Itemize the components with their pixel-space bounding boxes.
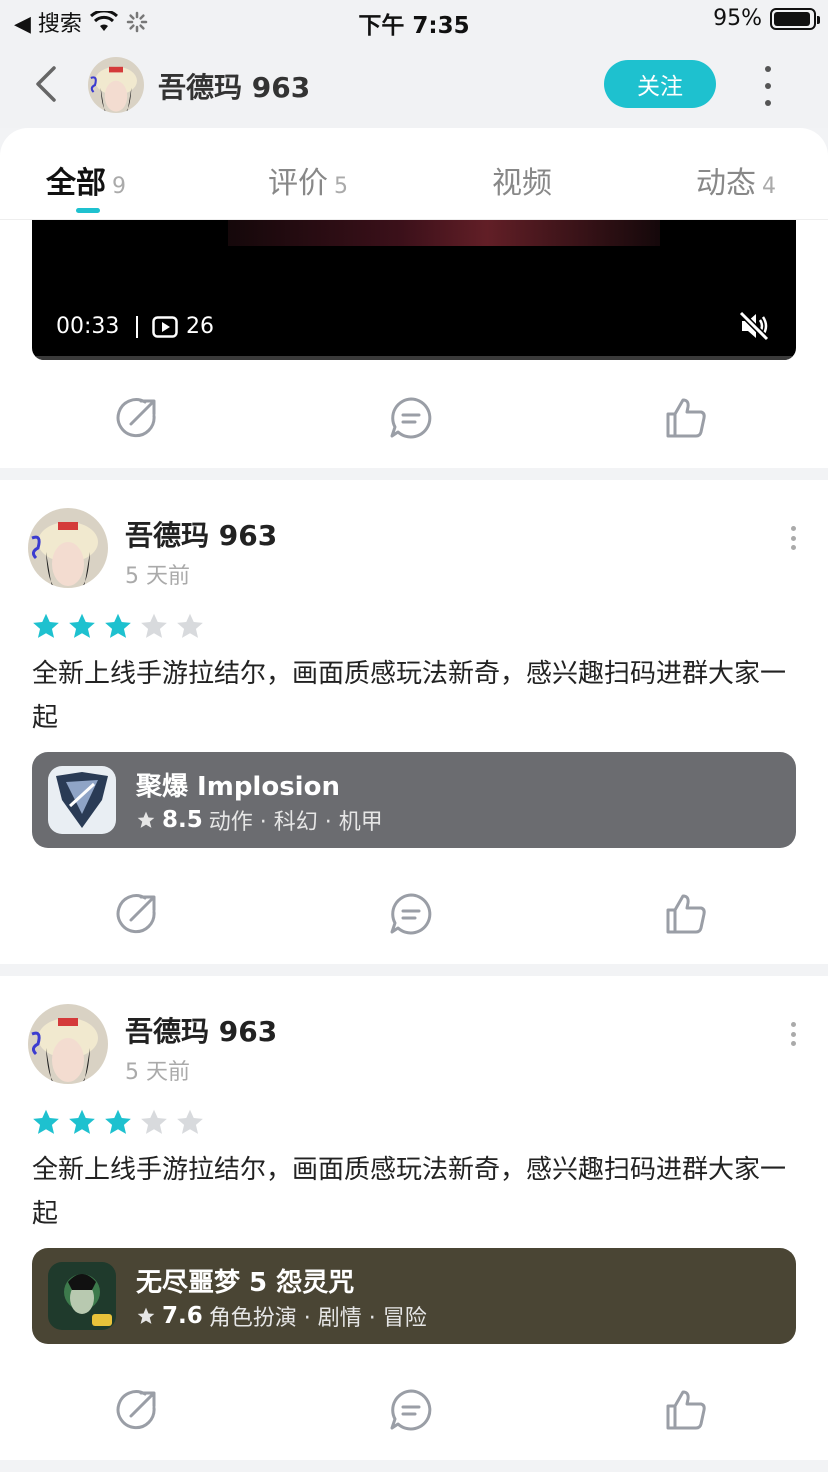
tab-label: 全部: [46, 166, 106, 201]
star-empty-icon: [177, 1109, 203, 1134]
post-actions: [0, 396, 828, 456]
more-vertical-icon[interactable]: [756, 66, 780, 106]
tab-count: 9: [112, 174, 126, 199]
battery-percent: 95%: [713, 6, 762, 31]
comment-icon[interactable]: [389, 892, 433, 936]
tab-bar: 全部 9 评价 5 视频 动态 4: [0, 128, 828, 220]
tab-label: 评价: [268, 166, 328, 201]
review-card: 吾德玛 963 5 天前 全新上线手游拉结尔，画面质感玩法新奇，感兴趣扫码进群大…: [0, 480, 828, 964]
review-text[interactable]: 全新上线手游拉结尔，画面质感玩法新奇，感兴趣扫码进群大家一起: [32, 652, 802, 740]
battery-icon: [770, 7, 820, 30]
mute-icon[interactable]: [736, 308, 772, 344]
review-card: 吾德玛 963 5 天前 全新上线手游拉结尔，画面质感玩法新奇，感兴趣扫码进群大…: [0, 976, 828, 1460]
post-actions: [0, 1388, 828, 1448]
game-score: 8.5: [162, 807, 203, 833]
video-post-card: 00:33 26: [0, 220, 828, 468]
tab-count: 4: [762, 174, 776, 199]
avatar[interactable]: [28, 1004, 108, 1084]
review-time: 5 天前: [125, 564, 190, 589]
star-icon: [137, 1307, 155, 1324]
avatar[interactable]: [28, 508, 108, 588]
star-filled-icon: [33, 613, 59, 638]
game-title: 聚爆 Implosion: [136, 772, 340, 802]
more-vertical-icon[interactable]: [788, 1022, 798, 1046]
comment-icon[interactable]: [389, 1388, 433, 1432]
tab-indicator: [76, 208, 100, 213]
profile-header: 吾德玛 963 关注: [0, 40, 828, 128]
game-score: 7.6: [162, 1303, 203, 1329]
review-text[interactable]: 全新上线手游拉结尔，画面质感玩法新奇，感兴趣扫码进群大家一起: [32, 1148, 802, 1236]
star-filled-icon: [69, 1109, 95, 1134]
star-empty-icon: [177, 613, 203, 638]
video-play-count: 26: [186, 314, 214, 339]
game-tags: 角色扮演 · 剧情 · 冒险: [208, 1306, 427, 1331]
game-icon: [48, 766, 116, 834]
star-filled-icon: [33, 1109, 59, 1134]
header-username: 吾德玛 963: [158, 71, 311, 104]
review-author[interactable]: 吾德玛 963: [125, 1010, 277, 1050]
star-filled-icon: [105, 1109, 131, 1134]
tab-moments[interactable]: 动态 4: [696, 158, 776, 202]
thumbs-up-icon[interactable]: [664, 892, 708, 936]
star-icon: [137, 811, 155, 828]
game-title: 无尽噩梦 5 怨灵咒: [136, 1268, 355, 1298]
star-empty-icon: [141, 613, 167, 638]
share-icon[interactable]: [115, 892, 159, 936]
tab-reviews[interactable]: 评价 5: [268, 158, 348, 202]
comment-icon[interactable]: [389, 396, 433, 440]
tab-all[interactable]: 全部 9: [46, 158, 126, 202]
video-thumbnail: [228, 220, 660, 246]
game-tags: 动作 · 科幻 · 机甲: [208, 810, 383, 835]
follow-button[interactable]: 关注: [604, 60, 716, 108]
game-card[interactable]: 聚爆 Implosion 8.5 动作 · 科幻 · 机甲: [32, 752, 796, 848]
post-actions: [0, 892, 828, 952]
share-icon[interactable]: [115, 1388, 159, 1432]
game-icon: [48, 1262, 116, 1330]
star-empty-icon: [141, 1109, 167, 1134]
tab-label: 视频: [492, 166, 552, 201]
divider: [136, 316, 138, 338]
star-filled-icon: [105, 613, 131, 638]
game-card[interactable]: 无尽噩梦 5 怨灵咒 7.6 角色扮演 · 剧情 · 冒险: [32, 1248, 796, 1344]
battery-level: [774, 11, 811, 26]
status-right: 95%: [713, 6, 820, 31]
avatar-image: [28, 508, 108, 588]
tab-count: 5: [334, 174, 348, 199]
avatar-image: [28, 1004, 108, 1084]
game-meta: 8.5 动作 · 科幻 · 机甲: [136, 804, 383, 836]
thumbs-up-icon[interactable]: [664, 396, 708, 440]
review-author[interactable]: 吾德玛 963: [125, 514, 277, 554]
tab-label: 动态: [696, 166, 756, 201]
game-meta: 7.6 角色扮演 · 剧情 · 冒险: [136, 1300, 427, 1332]
video-player[interactable]: 00:33 26: [32, 220, 796, 360]
play-count-icon: [152, 316, 178, 338]
avatar-image: [88, 57, 144, 113]
video-progress-bar[interactable]: [32, 356, 796, 360]
share-icon[interactable]: [115, 396, 159, 440]
thumbs-up-icon[interactable]: [664, 1388, 708, 1432]
review-time: 5 天前: [125, 1060, 190, 1085]
video-duration: 00:33: [56, 314, 120, 339]
star-filled-icon: [69, 613, 95, 638]
more-vertical-icon[interactable]: [788, 526, 798, 550]
status-time: 下午 7:35: [358, 13, 470, 39]
star-rating: [32, 612, 204, 640]
tab-videos[interactable]: 视频: [492, 158, 552, 202]
status-bar: ◀ 搜索 下午 7:35 95%: [0, 0, 828, 40]
star-rating: [32, 1108, 204, 1136]
avatar[interactable]: [88, 57, 144, 113]
chevron-left-icon[interactable]: [28, 62, 68, 106]
